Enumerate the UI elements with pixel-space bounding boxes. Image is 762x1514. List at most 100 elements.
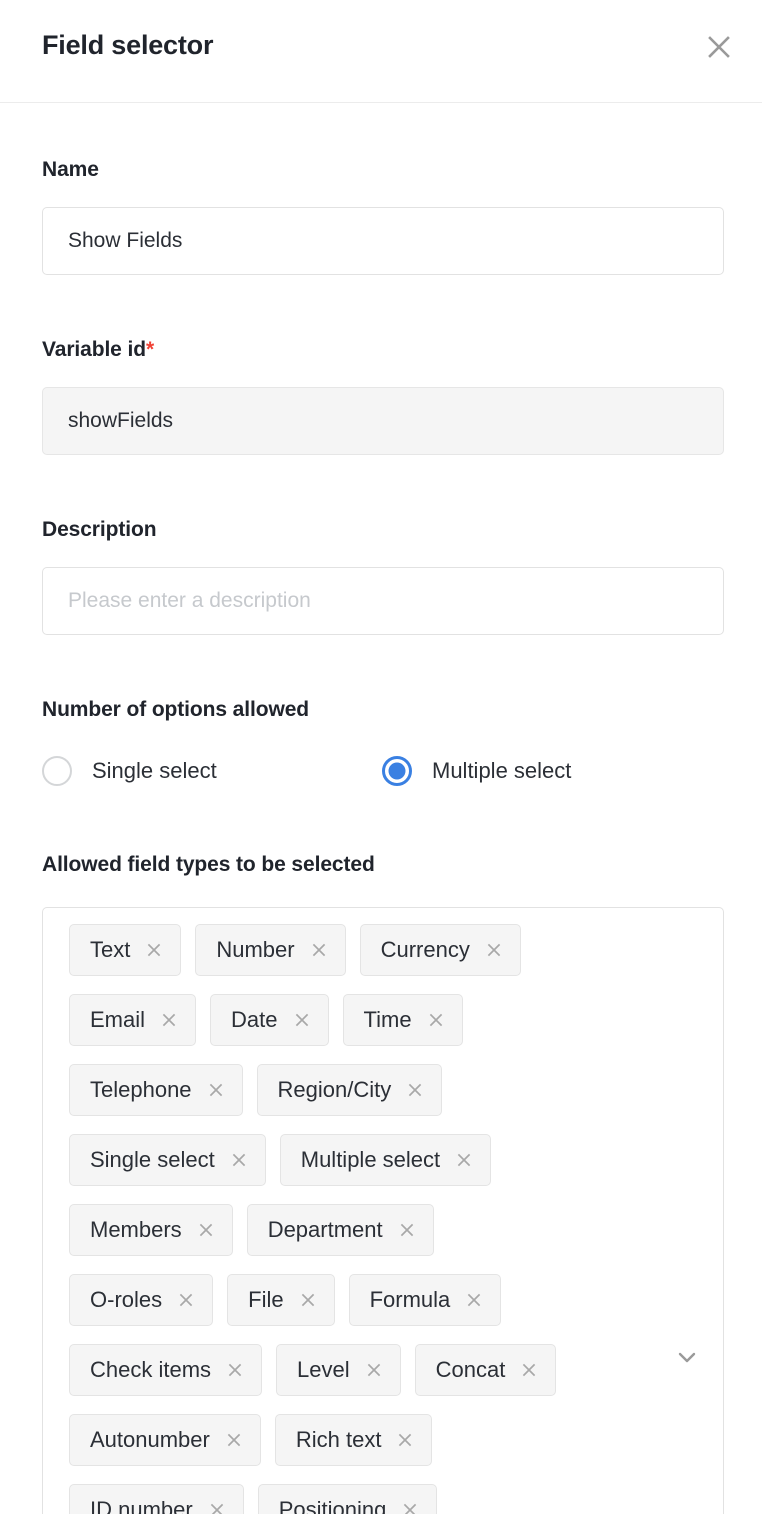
remove-tag-button[interactable] xyxy=(426,1010,446,1030)
expand-button[interactable] xyxy=(673,1345,701,1373)
remove-tag-button[interactable] xyxy=(395,1430,415,1450)
field-type-tag[interactable]: Level xyxy=(276,1344,401,1396)
radio-label-single-select: Single select xyxy=(92,758,217,783)
remove-tag-button[interactable] xyxy=(176,1290,196,1310)
remove-tag-button[interactable] xyxy=(144,940,164,960)
field-type-tag[interactable]: Currency xyxy=(359,924,521,976)
remove-tag-button[interactable] xyxy=(207,1500,227,1514)
remove-tag-button[interactable] xyxy=(159,1010,179,1030)
field-type-tag[interactable]: Department xyxy=(246,1204,434,1256)
field-type-tag[interactable]: Telephone xyxy=(69,1064,243,1116)
remove-tag-button[interactable] xyxy=(484,940,504,960)
options-allowed-label: Number of options allowed xyxy=(42,698,310,721)
field-type-tag-label: Level xyxy=(297,1357,350,1382)
field-type-tag[interactable]: Rich text xyxy=(274,1414,433,1466)
field-type-tag-label: Region/City xyxy=(277,1077,392,1102)
name-input-value: Show Fields xyxy=(68,229,183,252)
field-type-tag[interactable]: Formula xyxy=(348,1274,502,1326)
field-type-tag[interactable]: Autonumber xyxy=(69,1414,261,1466)
remove-tag-button[interactable] xyxy=(206,1080,226,1100)
close-icon xyxy=(162,1013,176,1027)
field-type-tag[interactable]: File xyxy=(227,1274,335,1326)
close-icon xyxy=(209,1083,222,1097)
field-type-tag[interactable]: Positioning xyxy=(257,1484,438,1514)
tag-row: ID number Positioning xyxy=(69,1484,689,1514)
remove-tag-button[interactable] xyxy=(405,1080,425,1100)
field-type-tag[interactable]: Single select xyxy=(69,1134,266,1186)
remove-tag-button[interactable] xyxy=(229,1150,249,1170)
close-icon xyxy=(704,32,734,62)
remove-tag-button[interactable] xyxy=(298,1290,318,1310)
field-type-tag[interactable]: Check items xyxy=(69,1344,263,1396)
remove-tag-button[interactable] xyxy=(196,1220,216,1240)
remove-tag-button[interactable] xyxy=(397,1220,417,1240)
close-icon xyxy=(487,943,501,957)
variable-id-label-text: Variable id xyxy=(42,338,146,361)
field-type-tag-label: Concat xyxy=(435,1357,506,1382)
options-allowed-group: Number of options allowed Single select … xyxy=(42,698,571,786)
field-type-tag-label: Number xyxy=(216,937,295,962)
field-type-tag[interactable]: Number xyxy=(195,924,346,976)
field-type-tag-label: Telephone xyxy=(90,1077,192,1102)
field-type-tag-label: Multiple select xyxy=(300,1147,441,1172)
field-type-tag-label: Date xyxy=(231,1007,278,1032)
field-type-tag[interactable]: Time xyxy=(342,994,463,1046)
field-type-tag-label: Single select xyxy=(90,1147,215,1172)
field-type-tag[interactable]: O-roles xyxy=(69,1274,214,1326)
close-icon xyxy=(404,1503,417,1514)
field-type-tag-label: Check items xyxy=(90,1357,212,1382)
allowed-field-types-group: Allowed field types to be selected Text N… xyxy=(42,853,724,1514)
field-type-tag-label: Currency xyxy=(380,937,470,962)
chevron-down-icon xyxy=(674,1344,700,1375)
field-type-tag-label: Positioning xyxy=(278,1497,387,1514)
remove-tag-button[interactable] xyxy=(224,1430,244,1450)
variable-id-input[interactable]: showFields xyxy=(42,387,724,455)
remove-tag-button[interactable] xyxy=(364,1360,384,1380)
field-type-tag-label: Time xyxy=(363,1007,412,1032)
tag-row: Telephone Region/City xyxy=(69,1064,689,1116)
close-icon xyxy=(409,1083,422,1097)
description-input[interactable]: Please enter a description xyxy=(42,567,724,635)
field-type-tag[interactable]: Text xyxy=(69,924,182,976)
name-input[interactable]: Show Fields xyxy=(42,207,724,275)
field-type-tag-label: Members xyxy=(90,1217,182,1242)
field-type-tag-label: File xyxy=(248,1287,284,1312)
variable-id-input-value: showFields xyxy=(68,409,174,432)
radio-label-multiple-select: Multiple select xyxy=(432,758,572,783)
close-icon xyxy=(179,1293,193,1307)
remove-tag-button[interactable] xyxy=(519,1360,539,1380)
radio-icon-checked xyxy=(382,756,412,786)
required-asterisk: * xyxy=(145,338,155,361)
field-type-tag[interactable]: Members xyxy=(69,1204,233,1256)
remove-tag-button[interactable] xyxy=(464,1290,484,1310)
radio-option-multiple-select[interactable]: Multiple select xyxy=(382,756,571,786)
field-type-tag[interactable]: Concat xyxy=(414,1344,557,1396)
description-label: Description xyxy=(42,518,157,541)
field-type-tag-label: Department xyxy=(267,1217,383,1242)
field-type-tag[interactable]: ID number xyxy=(69,1484,244,1514)
remove-tag-button[interactable] xyxy=(400,1500,420,1514)
field-type-tag[interactable]: Region/City xyxy=(256,1064,443,1116)
remove-tag-button[interactable] xyxy=(292,1010,312,1030)
field-type-tag[interactable]: Email xyxy=(69,994,197,1046)
remove-tag-button[interactable] xyxy=(454,1150,474,1170)
tag-row: Members Department xyxy=(69,1204,689,1256)
remove-tag-button[interactable] xyxy=(225,1360,245,1380)
variable-id-label: Variable id* xyxy=(42,338,724,362)
field-type-tag-label: Autonumber xyxy=(90,1427,210,1452)
description-placeholder: Please enter a description xyxy=(68,589,311,612)
allowed-field-types-select[interactable]: Text Number Currency Email Date Time Telephone… xyxy=(42,907,724,1514)
close-button[interactable] xyxy=(698,26,740,68)
variable-id-field-group: Variable id* showFields xyxy=(42,338,724,455)
field-type-tag-label: Email xyxy=(90,1007,146,1032)
close-icon xyxy=(457,1153,471,1167)
remove-tag-button[interactable] xyxy=(309,940,329,960)
field-selector-dialog: Field selector Name Show Fields Variable… xyxy=(0,0,762,1514)
close-icon xyxy=(429,1013,442,1027)
field-type-tag[interactable]: Date xyxy=(210,994,329,1046)
close-icon xyxy=(367,1363,380,1377)
close-icon xyxy=(295,1013,308,1027)
close-icon xyxy=(227,1433,241,1447)
field-type-tag[interactable]: Multiple select xyxy=(279,1134,492,1186)
radio-option-single-select[interactable]: Single select xyxy=(42,756,382,786)
